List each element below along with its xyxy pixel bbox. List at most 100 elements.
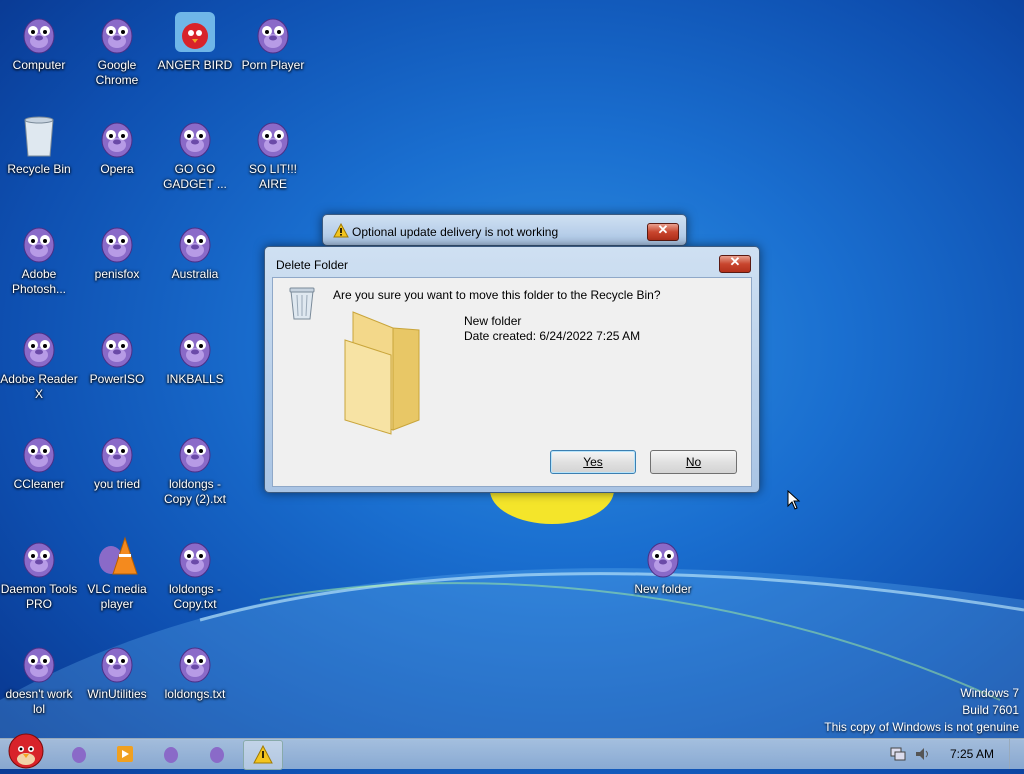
- desktop-icon-adobe-photoshop[interactable]: Adobe Photosh...: [0, 217, 78, 297]
- no-button[interactable]: No: [650, 450, 737, 474]
- desktop-icon-computer[interactable]: Computer: [0, 8, 78, 73]
- desktop-icon-poweriso[interactable]: PowerISO: [78, 322, 156, 387]
- google-chrome-icon: [101, 18, 133, 54]
- desktop-icon-adobe-reader[interactable]: Adobe Reader X: [0, 322, 78, 402]
- desktop-icon-label: loldongs - Copy.txt: [168, 582, 222, 611]
- taskbar-warning-window[interactable]: [243, 740, 283, 770]
- desktop-icon-loldongs-copy[interactable]: loldongs - Copy.txt: [156, 532, 234, 612]
- desktop-icon-label: PowerISO: [89, 372, 145, 386]
- recycle-bin-icon: [24, 116, 54, 157]
- adobe-reader-icon: [23, 332, 55, 368]
- start-button-bird-icon[interactable]: [4, 729, 48, 774]
- delete-folder-dialog[interactable]: Delete Folder ✕ Are you sure you want to…: [264, 246, 760, 493]
- desktop-icon-label: Australia: [171, 267, 219, 281]
- taskbar-clock: 7:25 AM: [949, 747, 994, 761]
- desktop-icon-label: ANGER BIRD: [157, 58, 233, 72]
- desktop-icon-label: Google Chrome: [95, 58, 139, 87]
- you-tried-icon: [101, 437, 133, 473]
- desktop-icon-penisfox[interactable]: penisfox: [78, 217, 156, 282]
- show-desktop-button[interactable]: [1009, 739, 1024, 769]
- taskbar-bonzi-3[interactable]: [198, 740, 236, 768]
- desktop-icon-label: CCleaner: [13, 477, 65, 491]
- desktop-icon-loldongs[interactable]: loldongs.txt: [156, 637, 234, 702]
- desktop-icon-label: Opera: [100, 162, 134, 176]
- mouse-cursor-icon: [787, 490, 801, 510]
- warning-icon: [333, 222, 349, 243]
- desktop-icon-label: SO LIT!!! AIRE: [248, 162, 297, 191]
- desktop-icon-label: loldongs.txt: [164, 687, 226, 701]
- desktop-icon-label: New folder: [634, 582, 692, 596]
- recycle-bin-icon: [288, 285, 316, 326]
- ccleaner-icon: [23, 437, 55, 473]
- dialog-question: Are you sure you want to move this folde…: [333, 288, 661, 302]
- desktop-icon-porn-player[interactable]: Porn Player: [234, 8, 312, 73]
- watermark-line-1: Windows 7: [960, 686, 1019, 700]
- desktop-icon-label: Porn Player: [241, 58, 305, 72]
- taskbar-bonzi-2[interactable]: [152, 740, 190, 768]
- desktop-icon-new-folder[interactable]: New folder: [624, 532, 702, 597]
- volume-icon[interactable]: [914, 747, 932, 766]
- taskbar-media-player[interactable]: [106, 740, 144, 768]
- new-folder-icon: [647, 542, 679, 578]
- desktop-icon-inkballs[interactable]: INKBALLS: [156, 322, 234, 387]
- opera-icon: [101, 122, 133, 158]
- desktop-icon-loldongs-copy-2[interactable]: loldongs - Copy (2).txt: [156, 427, 234, 507]
- australia-icon: [179, 227, 211, 263]
- adobe-photoshop-icon: [23, 227, 55, 263]
- taskbar-bonzi-1[interactable]: [60, 740, 98, 768]
- loldongs-copy-2-icon: [179, 437, 211, 473]
- desktop-icon-vlc[interactable]: VLC media player: [78, 532, 156, 612]
- desktop-icon-label: Computer: [12, 58, 66, 72]
- update-window-title: Optional update delivery is not working: [352, 225, 559, 239]
- desktop-icon-go-go-gadget[interactable]: GO GO GADGET ...: [156, 112, 234, 192]
- folder-icon: [341, 310, 451, 440]
- desktop-icon-label: WinUtilities: [87, 687, 147, 701]
- winutilities-icon: [101, 647, 133, 683]
- windows-watermark: Windows 7 Build 7601 This copy of Window…: [824, 685, 1019, 736]
- watermark-line-2: Build 7601: [962, 703, 1019, 717]
- daemon-tools-icon: [23, 542, 55, 578]
- desktop-icon-label: INKBALLS: [166, 372, 224, 386]
- desktop-icon-label: Daemon Tools PRO: [0, 582, 78, 611]
- dialog-body: Are you sure you want to move this folde…: [272, 277, 752, 487]
- desktop-icon-label: Recycle Bin: [7, 162, 71, 176]
- desktop-icon-label: doesn't work lol: [5, 687, 73, 716]
- watermark-line-3: This copy of Windows is not genuine: [824, 720, 1019, 734]
- desktop-icon-label: GO GO GADGET ...: [163, 162, 227, 191]
- taskbar: 7:25 AM: [0, 733, 1024, 770]
- desktop-icon-ccleaner[interactable]: CCleaner: [0, 427, 78, 492]
- go-go-gadget-icon: [179, 122, 211, 158]
- desktop-icon-daemon-tools[interactable]: Daemon Tools PRO: [0, 532, 78, 612]
- desktop-icon-doesnt-work[interactable]: doesn't work lol: [0, 637, 78, 717]
- porn-player-icon: [257, 18, 289, 54]
- poweriso-icon: [101, 332, 133, 368]
- desktop-icon-so-lit-aire[interactable]: SO LIT!!! AIRE: [234, 112, 312, 192]
- anger-bird-icon: [175, 12, 215, 52]
- update-error-window[interactable]: Optional update delivery is not working …: [322, 214, 687, 246]
- desktop-icon-australia[interactable]: Australia: [156, 217, 234, 282]
- desktop-icon-anger-bird[interactable]: ANGER BIRD: [156, 8, 234, 73]
- desktop-icon-google-chrome[interactable]: Google Chrome: [78, 8, 156, 88]
- desktop-icon-label: penisfox: [94, 267, 140, 281]
- yes-button[interactable]: Yes: [550, 450, 636, 474]
- dialog-close-button[interactable]: ✕: [719, 254, 751, 273]
- network-icon[interactable]: [890, 747, 906, 766]
- desktop-icon-label: you tried: [93, 477, 141, 491]
- item-name: New folder: [464, 314, 522, 328]
- loldongs-copy-icon: [179, 542, 211, 578]
- loldongs-icon: [179, 647, 211, 683]
- dialog-title: Delete Folder: [276, 258, 349, 272]
- desktop-icon-label: Adobe Photosh...: [11, 267, 67, 296]
- computer-icon: [23, 18, 55, 54]
- desktop-icon-you-tried[interactable]: you tried: [78, 427, 156, 492]
- so-lit-aire-icon: [257, 122, 289, 158]
- desktop-icon-winutilities[interactable]: WinUtilities: [78, 637, 156, 702]
- vlc-icon: [99, 536, 138, 575]
- desktop-icon-opera[interactable]: Opera: [78, 112, 156, 177]
- update-close-button[interactable]: ✕: [647, 222, 679, 241]
- desktop-icon-label: Adobe Reader X: [0, 372, 78, 401]
- desktop-icon-label: loldongs - Copy (2).txt: [163, 477, 226, 506]
- item-date: Date created: 6/24/2022 7:25 AM: [464, 329, 641, 343]
- desktop-icon-recycle-bin[interactable]: Recycle Bin: [0, 112, 78, 177]
- doesnt-work-icon: [23, 647, 55, 683]
